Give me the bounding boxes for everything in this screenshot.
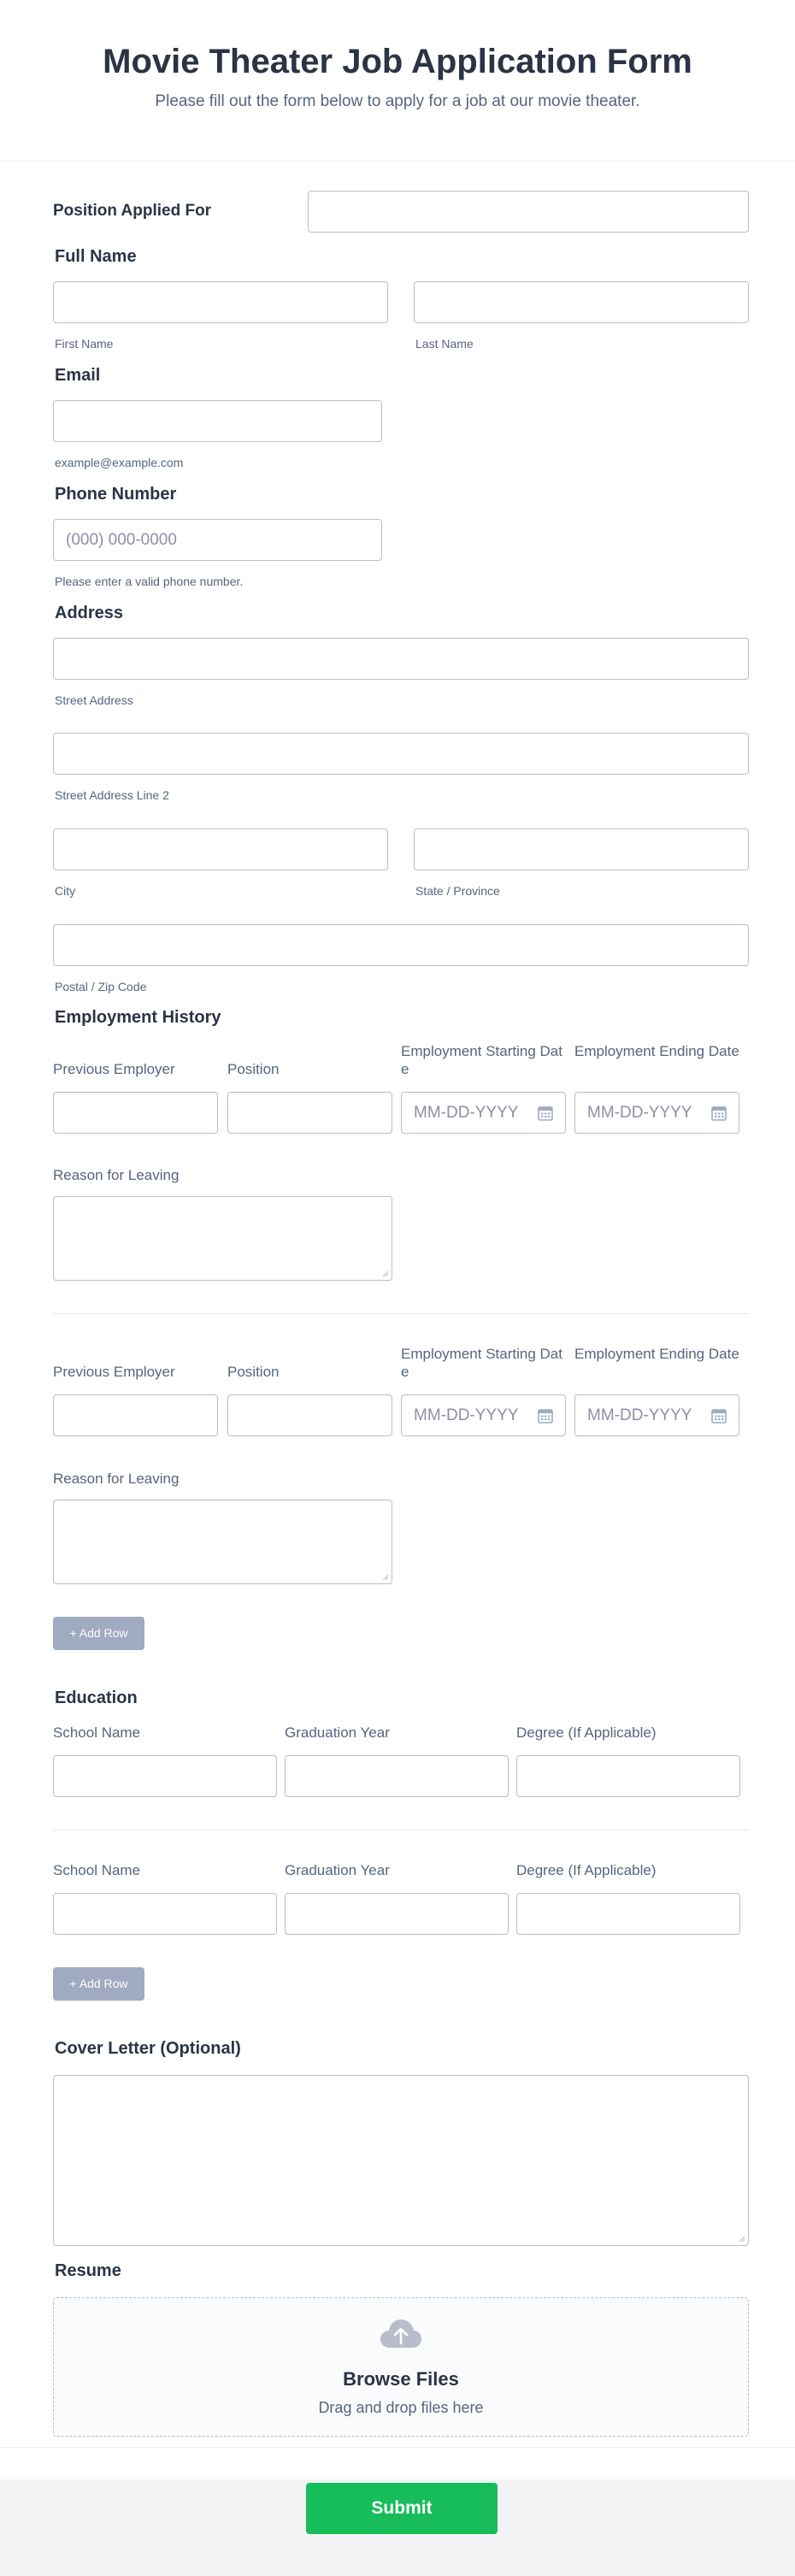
- reason-leaving-label: Reason for Leaving: [53, 1167, 180, 1183]
- graduation-year-column-label: Graduation Year: [285, 1862, 390, 1878]
- browse-files-link[interactable]: Browse Files: [54, 2368, 748, 2390]
- school-name-input[interactable]: [53, 1893, 277, 1935]
- cover-letter-textarea[interactable]: [53, 2075, 749, 2246]
- reason-leaving-textarea[interactable]: [53, 1196, 392, 1281]
- street-address-input[interactable]: [53, 638, 749, 680]
- postal-code-sublabel: Postal / Zip Code: [55, 980, 147, 993]
- start-date-input[interactable]: MM-DD-YYYY: [401, 1394, 566, 1436]
- phone-sublabel: Please enter a valid phone number.: [55, 575, 244, 588]
- start-date-input[interactable]: MM-DD-YYYY: [401, 1092, 566, 1134]
- postal-code-input[interactable]: [53, 924, 749, 966]
- employment-row-divider: [53, 1313, 749, 1314]
- phone-placeholder: (000) 000-0000: [66, 531, 177, 549]
- address-label: Address: [55, 604, 124, 622]
- drag-drop-hint: Drag and drop files here: [318, 2399, 484, 2416]
- start-date-placeholder: MM-DD-YYYY: [414, 1104, 519, 1122]
- graduation-year-column-label: Graduation Year: [285, 1724, 390, 1741]
- calendar-icon[interactable]: [710, 1105, 727, 1122]
- state-input[interactable]: [414, 828, 749, 870]
- education-label: Education: [55, 1689, 138, 1707]
- footer-divider: [0, 2447, 795, 2448]
- street-address-sublabel: Street Address: [55, 693, 133, 707]
- page-title: Movie Theater Job Application Form: [103, 43, 692, 80]
- position-column-label: Position: [227, 1364, 280, 1380]
- employer-column-label: Previous Employer: [53, 1364, 175, 1380]
- first-name-input[interactable]: [53, 281, 388, 323]
- resize-handle-icon[interactable]: [737, 2234, 745, 2243]
- resume-dropzone[interactable]: Browse Files Drag and drop files here: [53, 2297, 749, 2437]
- phone-label: Phone Number: [55, 485, 177, 504]
- state-sublabel: State / Province: [415, 884, 500, 898]
- calendar-icon[interactable]: [710, 1407, 727, 1424]
- start-date-placeholder: MM-DD-YYYY: [414, 1406, 519, 1424]
- cover-letter-label: Cover Letter (Optional): [55, 2039, 241, 2058]
- page: Movie Theater Job Application Form Pleas…: [0, 0, 795, 2576]
- last-name-input[interactable]: [414, 281, 749, 323]
- end-date-column-label: Employment Ending Date: [574, 1043, 739, 1059]
- employment-add-row-button[interactable]: + Add Row: [53, 1617, 144, 1650]
- reason-leaving-textarea[interactable]: [53, 1500, 392, 1584]
- employer-input[interactable]: [53, 1394, 218, 1436]
- graduation-year-input[interactable]: [285, 1755, 509, 1797]
- street-address-2-sublabel: Street Address Line 2: [55, 788, 169, 802]
- end-date-input[interactable]: MM-DD-YYYY: [574, 1394, 739, 1436]
- street-address-2-input[interactable]: [53, 733, 749, 775]
- city-sublabel: City: [55, 884, 76, 898]
- calendar-icon[interactable]: [537, 1105, 554, 1122]
- school-name-column-label: School Name: [53, 1862, 141, 1878]
- page-subtitle: Please fill out the form below to apply …: [155, 92, 640, 110]
- job-position-input[interactable]: [227, 1394, 392, 1436]
- degree-input[interactable]: [516, 1755, 740, 1797]
- email-field[interactable]: [53, 400, 382, 442]
- position-column-label: Position: [227, 1061, 280, 1077]
- end-date-column-label: Employment Ending Date: [574, 1346, 739, 1362]
- end-date-placeholder: MM-DD-YYYY: [587, 1104, 692, 1122]
- resize-handle-icon[interactable]: [380, 1269, 389, 1277]
- phone-field[interactable]: (000) 000-0000: [53, 519, 382, 561]
- submit-button[interactable]: Submit: [306, 2483, 498, 2534]
- form-card: Movie Theater Job Application Form Pleas…: [0, 0, 795, 2479]
- school-name-column-label: School Name: [53, 1724, 141, 1741]
- degree-input[interactable]: [516, 1893, 740, 1935]
- job-position-input[interactable]: [227, 1092, 392, 1134]
- end-date-placeholder: MM-DD-YYYY: [587, 1406, 692, 1424]
- end-date-input[interactable]: MM-DD-YYYY: [574, 1092, 739, 1134]
- last-name-sublabel: Last Name: [415, 337, 474, 351]
- reason-leaving-label: Reason for Leaving: [53, 1471, 180, 1487]
- education-add-row-button[interactable]: + Add Row: [53, 1967, 144, 2001]
- cloud-upload-icon: [380, 2320, 421, 2348]
- employer-input[interactable]: [53, 1092, 218, 1134]
- email-label: Email: [55, 366, 101, 385]
- email-sublabel: example@example.com: [55, 456, 184, 469]
- full-name-label: Full Name: [55, 247, 137, 266]
- calendar-icon[interactable]: [537, 1407, 554, 1424]
- resume-label: Resume: [55, 2261, 121, 2280]
- start-date-column-label: Employment Starting Date: [401, 1043, 562, 1077]
- school-name-input[interactable]: [53, 1755, 277, 1797]
- graduation-year-input[interactable]: [285, 1893, 509, 1935]
- start-date-column-label: Employment Starting Date: [401, 1346, 562, 1380]
- first-name-sublabel: First Name: [55, 337, 114, 351]
- city-input[interactable]: [53, 828, 388, 870]
- position-input[interactable]: [308, 191, 749, 233]
- employer-column-label: Previous Employer: [53, 1061, 175, 1077]
- position-label: Position Applied For: [53, 202, 212, 220]
- header-divider: [0, 161, 795, 162]
- employment-history-label: Employment History: [55, 1008, 221, 1027]
- resize-handle-icon[interactable]: [380, 1572, 389, 1581]
- degree-column-label: Degree (If Applicable): [516, 1862, 657, 1878]
- degree-column-label: Degree (If Applicable): [516, 1724, 657, 1741]
